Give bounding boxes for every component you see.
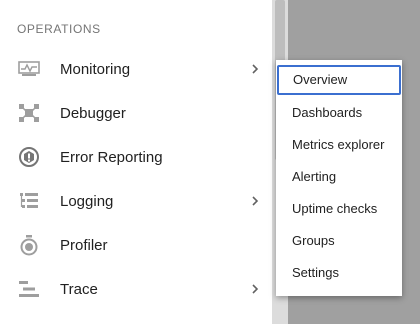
monitoring-submenu: Overview Dashboards Metrics explorer Ale… bbox=[276, 60, 402, 296]
chevron-right-icon bbox=[252, 284, 259, 294]
submenu-item-dashboards[interactable]: Dashboards bbox=[276, 97, 402, 129]
profiler-icon bbox=[17, 233, 41, 257]
chevron-right-icon bbox=[252, 196, 259, 206]
sidebar-nav: OPERATIONS Monitoring Debugger Error Rep… bbox=[0, 0, 272, 324]
submenu-item-settings[interactable]: Settings bbox=[276, 257, 402, 289]
submenu-item-uptime-checks[interactable]: Uptime checks bbox=[276, 193, 402, 225]
sidebar-item-logging[interactable]: Logging bbox=[0, 179, 272, 223]
submenu-item-alerting[interactable]: Alerting bbox=[276, 161, 402, 193]
sidebar-item-label: Logging bbox=[60, 192, 114, 210]
sidebar-item-monitoring[interactable]: Monitoring bbox=[0, 47, 272, 91]
submenu-item-groups[interactable]: Groups bbox=[276, 225, 402, 257]
sidebar-item-label: Error Reporting bbox=[60, 148, 163, 166]
section-header-operations: OPERATIONS bbox=[17, 22, 101, 36]
sidebar-item-error-reporting[interactable]: Error Reporting bbox=[0, 135, 272, 179]
sidebar-item-label: Trace bbox=[60, 280, 98, 298]
logging-icon bbox=[17, 189, 41, 213]
chevron-right-icon bbox=[252, 64, 259, 74]
monitoring-icon bbox=[17, 57, 41, 81]
debugger-icon bbox=[17, 101, 41, 125]
sidebar-item-label: Monitoring bbox=[60, 60, 131, 78]
sidebar-item-profiler[interactable]: Profiler bbox=[0, 223, 272, 267]
sidebar-item-label: Debugger bbox=[60, 104, 126, 122]
error-reporting-icon bbox=[17, 145, 41, 169]
submenu-item-overview[interactable]: Overview bbox=[277, 65, 401, 95]
submenu-item-metrics-explorer[interactable]: Metrics explorer bbox=[276, 129, 402, 161]
sidebar-item-label: Profiler bbox=[60, 236, 108, 254]
sidebar-item-debugger[interactable]: Debugger bbox=[0, 91, 272, 135]
sidebar-item-trace[interactable]: Trace bbox=[0, 267, 272, 311]
trace-icon bbox=[17, 277, 41, 301]
